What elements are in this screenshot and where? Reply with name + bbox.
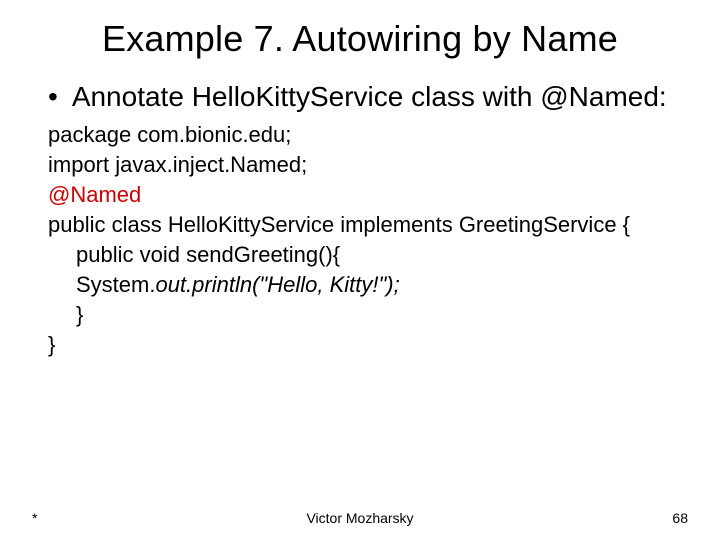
- code-line: import javax.inject.Named;: [48, 150, 688, 180]
- code-line: }: [48, 300, 688, 330]
- code-line: package com.bionic.edu;: [48, 120, 688, 150]
- footer-author: Victor Mozharsky: [306, 510, 413, 526]
- code-line: }: [48, 330, 688, 360]
- bullet-dot-icon: •: [48, 80, 58, 114]
- footer-left: *: [32, 510, 37, 526]
- footer: * Victor Mozharsky 68: [0, 510, 720, 526]
- code-annotation: @Named: [48, 180, 688, 210]
- code-line: System.out.println("Hello, Kitty!");: [48, 270, 688, 300]
- footer-page-number: 68: [672, 510, 688, 526]
- slide-title: Example 7. Autowiring by Name: [32, 18, 688, 60]
- bullet-item: • Annotate HelloKittyService class with …: [48, 80, 688, 114]
- code-line: public void sendGreeting(){: [48, 240, 688, 270]
- code-text: System.: [76, 272, 155, 297]
- code-block: package com.bionic.edu; import javax.inj…: [48, 120, 688, 360]
- bullet-text: Annotate HelloKittyService class with @N…: [72, 80, 667, 114]
- slide: Example 7. Autowiring by Name • Annotate…: [0, 0, 720, 360]
- code-text-italic: out.println("Hello, Kitty!");: [155, 272, 399, 297]
- code-line: public class HelloKittyService implement…: [48, 210, 688, 240]
